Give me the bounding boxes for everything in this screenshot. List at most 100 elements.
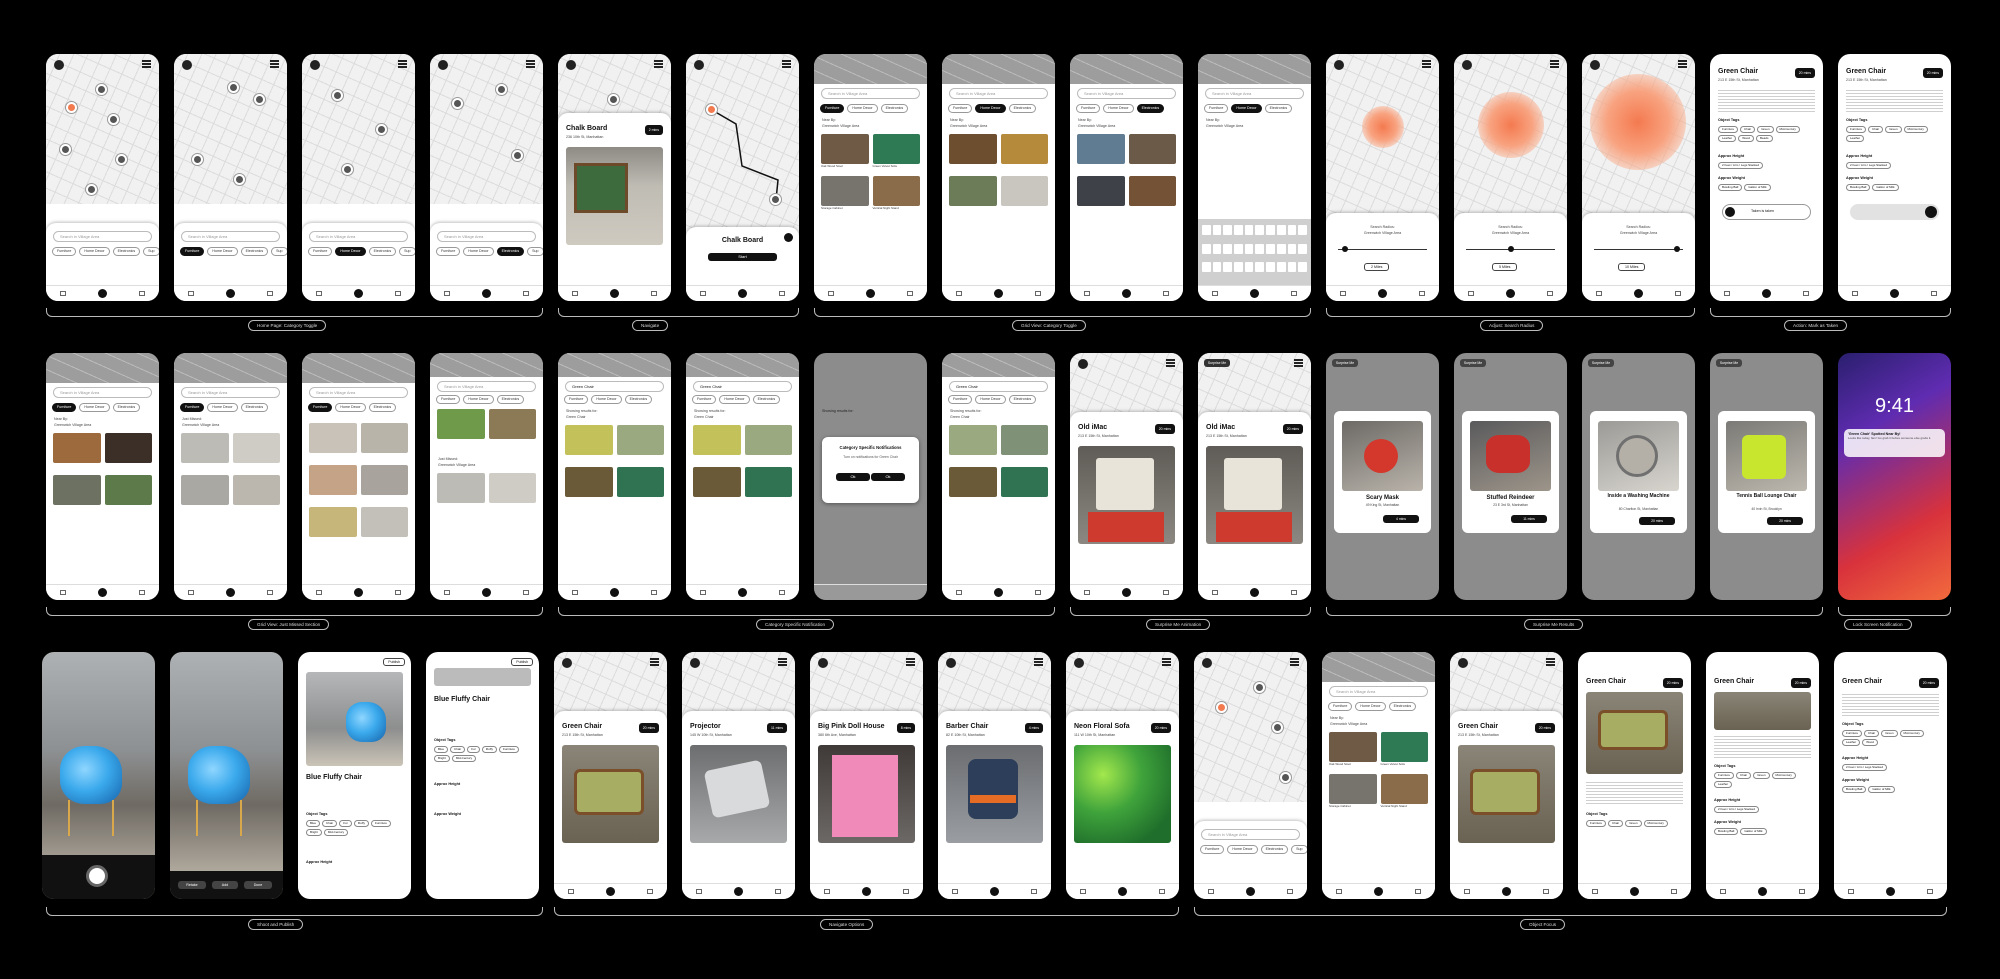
surprise-card[interactable]: Scary Mask 49 King St, Manhattan 4 mins — [1334, 411, 1431, 533]
chip-furniture[interactable]: Furniture — [52, 247, 77, 256]
item-title: Chalk Board — [566, 125, 608, 132]
radius-value: 2 Miles — [1364, 263, 1390, 271]
publish-button[interactable]: Publish — [383, 658, 405, 666]
item-info-screen: Green Chair 213 E 15th St, Manhattan 20 … — [1838, 54, 1951, 301]
search-radius-screen: Search Radius: Greenwich Village Area 5 … — [1454, 54, 1567, 301]
surprise-result-screen: Surprise Me Inside a Washing Machine 80 … — [1582, 353, 1695, 600]
surprise-card[interactable]: Inside a Washing Machine 80 Charlton St,… — [1590, 411, 1687, 533]
area-label: Greenwich Village Area — [822, 124, 860, 128]
item-photo — [1078, 446, 1175, 544]
item-scroll-screen: Green Chair 20 mins Object Tags Furnitur… — [1578, 652, 1691, 899]
eta-badge[interactable]: 2 mins — [644, 125, 663, 135]
profile-icon[interactable] — [182, 60, 192, 70]
item-detail-screen: Surprise Me Old iMac 213 E 15th St, Manh… — [1198, 353, 1311, 600]
menu-icon[interactable] — [270, 60, 279, 68]
blue-chair-photo — [60, 746, 122, 804]
push-notification[interactable]: 'Green Chair' Spotted Near By! Looks lik… — [1844, 429, 1945, 457]
mark-taken-toggle[interactable]: Taken is taken — [1722, 204, 1811, 220]
item-scroll-screen: Green Chair 20 mins Object Tags Furnitur… — [1706, 652, 1819, 899]
near-by-label: Near By: — [822, 118, 836, 122]
search-input[interactable]: Search in Village Area — [437, 231, 536, 242]
search-results-screen: Green Chair Furniture Home Decor Electroni… — [942, 353, 1055, 600]
shutter-button[interactable] — [86, 865, 108, 887]
camera-review-screen: Retake Add Done — [170, 652, 283, 899]
route-line — [711, 109, 779, 201]
search-input[interactable]: Search in Village Area — [1205, 88, 1304, 99]
surprise-card[interactable]: Tennis Ball Lounge Chair 40 Irvin St, Br… — [1718, 411, 1815, 533]
chip-home-decor[interactable]: Home Decor — [335, 247, 366, 256]
retake-button[interactable]: Retake — [178, 881, 206, 889]
chip-sup[interactable]: Sup — [143, 247, 159, 256]
grid-view-screen: Search in Village Area Furniture Home Dec… — [942, 54, 1055, 301]
keyboard[interactable] — [1198, 219, 1311, 285]
home-map-screen: Search in Village Area Furniture Home Dec… — [46, 54, 159, 301]
camera-button[interactable] — [98, 289, 107, 298]
ok-button[interactable]: Ok — [871, 473, 905, 481]
chip-sup[interactable]: Sup — [399, 247, 415, 256]
home-map-screen: Search in Village Area Furniture Home Dec… — [1194, 652, 1307, 899]
publish-screen: Publish Blue Fluffy Chair Object Tags Bl… — [298, 652, 411, 899]
lock-screen: 9:41 'Green Chair' Spotted Near By! Look… — [1838, 353, 1951, 600]
item-title[interactable]: Blue Fluffy Chair — [306, 774, 362, 782]
flow-label: Home Page: Category Toggle — [248, 320, 327, 331]
chip-furniture[interactable]: Furniture — [820, 104, 845, 113]
chip-sup[interactable]: Sup — [271, 247, 287, 256]
item-detail-screen: Green Chair 213 E 15th St, Manhattan 20 … — [554, 652, 667, 899]
chip-electronics[interactable]: Electronics — [240, 247, 269, 256]
search-input[interactable]: Search in Village Area — [821, 88, 920, 99]
menu-icon[interactable] — [142, 60, 151, 68]
chip-home-decor[interactable]: Home Decor — [847, 104, 878, 113]
mark-taken-toggle[interactable] — [1850, 204, 1939, 220]
home-map-screen: Search in Village Area Furniture Home Dec… — [430, 54, 543, 301]
surprise-me-button[interactable]: Surprise Me — [1204, 359, 1230, 367]
grid-view-screen: Search in Village Area Furniture Home Dec… — [1322, 652, 1435, 899]
radius-circle — [1362, 106, 1404, 148]
flow-label: Surprise Me Animation — [1146, 619, 1211, 630]
chip-electronics[interactable]: Electronics — [496, 247, 525, 256]
chip-electronics[interactable]: Electronics — [112, 247, 141, 256]
home-map-screen: Search in Village Area Furniture Home Dec… — [174, 54, 287, 301]
camera-screen — [42, 652, 155, 899]
flow-label: Adjust: Search Radius — [1480, 320, 1544, 331]
close-icon[interactable] — [784, 233, 793, 242]
publish-button[interactable]: Publish — [511, 658, 533, 666]
publish-screen: Publish Blue Fluffy Chair Object Tags Bl… — [426, 652, 539, 899]
item-detail-screen: Chalk Board 236 10th St, Manhattan 2 min… — [558, 54, 671, 301]
search-input[interactable]: Search in Village Area — [181, 231, 280, 242]
chip-electronics[interactable]: Electronics — [368, 247, 397, 256]
start-button[interactable]: Start — [708, 253, 777, 261]
search-input[interactable]: Search in Village Area — [309, 231, 408, 242]
search-radius-screen: Search Radius: Greenwich Village Area 2 … — [1326, 54, 1439, 301]
search-input[interactable]: Green Chair — [565, 381, 664, 392]
done-button[interactable]: Done — [244, 881, 272, 889]
surprise-card[interactable]: Stuffed Reindeer 23 E 3rd St, Manhattan … — [1462, 411, 1559, 533]
item-info-screen: Green Chair 213 E 15th St, Manhattan 20 … — [1710, 54, 1823, 301]
grid-view-screen: Search in Village Area Furniture Home Dec… — [430, 353, 543, 600]
grid-view-screen: Search in Village Area Furniture Home Dec… — [1070, 54, 1183, 301]
chip-home-decor[interactable]: Home Decor — [207, 247, 238, 256]
eta-badge[interactable]: 20 mins — [1794, 68, 1815, 78]
search-input[interactable]: Search in Village Area — [53, 231, 152, 242]
item-scroll-screen: Green Chair 20 mins Object Tags Furnitur… — [1834, 652, 1947, 899]
chip-home-decor[interactable]: Home Decor — [79, 247, 110, 256]
chip-electronics[interactable]: Electronics — [880, 104, 909, 113]
flow-label: Grid View: Category Toggle — [1012, 320, 1086, 331]
surprise-result-screen: Surprise Me Tennis Ball Lounge Chair 40 … — [1710, 353, 1823, 600]
add-button[interactable]: Add — [212, 881, 238, 889]
flow-label: Lock Screen Notification — [1844, 619, 1912, 630]
profile-icon[interactable] — [54, 60, 64, 70]
item-detail-screen: Neon Floral Sofa 111 W 10th St, Manhatta… — [1066, 652, 1179, 899]
search-radius-screen: Search Radius: Greenwich Village Area 10… — [1582, 54, 1695, 301]
radius-slider[interactable] — [1338, 246, 1427, 252]
ok-button[interactable]: Ok — [836, 473, 870, 481]
chip-sup[interactable]: Sup — [527, 247, 543, 256]
chip-home-decor[interactable]: Home Decor — [463, 247, 494, 256]
chip-furniture[interactable]: Furniture — [436, 247, 461, 256]
destination-title: Chalk Board — [721, 237, 764, 244]
item-detail-screen: Green Chair 213 E 15th St, Manhattan 20 … — [1450, 652, 1563, 899]
chip-furniture[interactable]: Furniture — [180, 247, 205, 256]
item-title: Green Chair — [1718, 68, 1759, 75]
chip-furniture[interactable]: Furniture — [308, 247, 333, 256]
flow-label: Category Specific Notification — [756, 619, 835, 630]
grid-view-screen: Search in Village Area Furniture Home Dec… — [814, 54, 927, 301]
